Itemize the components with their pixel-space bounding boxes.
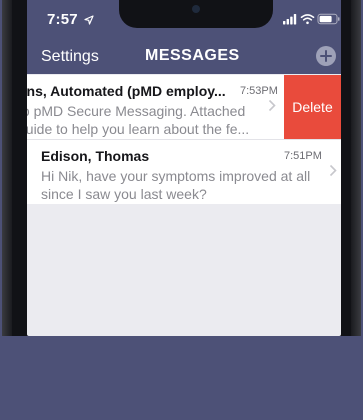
- plus-icon: [320, 50, 332, 62]
- chevron-right-icon: [268, 99, 276, 112]
- background-area: [0, 336, 363, 420]
- message-sender: Edison, Thomas: [41, 148, 150, 164]
- nav-header: 7:57 Settings MESSAGES: [27, 0, 341, 74]
- message-sender: ons, Automated (pMD employ...: [27, 83, 226, 99]
- message-time: 7:51PM: [284, 150, 322, 162]
- status-time: 7:57: [47, 11, 94, 28]
- message-preview-line: guide to help you learn about the fe...: [27, 121, 250, 137]
- message-row-edison[interactable]: Edison, Thomas 7:51PM Hi Nik, have your …: [27, 140, 341, 204]
- notch: [119, 0, 273, 28]
- wifi-icon: [300, 14, 315, 25]
- delete-button[interactable]: Delete: [284, 75, 341, 139]
- phone-frame: 7:57 Settings MESSAGES ons, Automated (p…: [2, 0, 361, 336]
- status-icons: [283, 13, 340, 25]
- message-row-automated[interactable]: ons, Automated (pMD employ... 7:53PM to …: [27, 75, 284, 139]
- cellular-signal-icon: [283, 14, 297, 25]
- message-time: 7:53PM: [240, 85, 278, 97]
- camera-icon: [192, 5, 200, 13]
- status-time-text: 7:57: [47, 11, 78, 28]
- message-preview-line: Hi Nik, have your symptoms improved at a…: [41, 168, 311, 184]
- page-title: MESSAGES: [145, 47, 240, 64]
- message-preview-line: since I saw you last week?: [41, 186, 207, 202]
- location-arrow-icon: [84, 15, 94, 25]
- message-preview-line: to pMD Secure Messaging. Attached: [27, 103, 246, 119]
- battery-icon: [317, 13, 340, 25]
- settings-back-button[interactable]: Settings: [41, 48, 99, 66]
- chevron-right-icon: [329, 164, 337, 177]
- screen: 7:57 Settings MESSAGES ons, Automated (p…: [27, 0, 341, 336]
- add-message-button[interactable]: [316, 46, 336, 66]
